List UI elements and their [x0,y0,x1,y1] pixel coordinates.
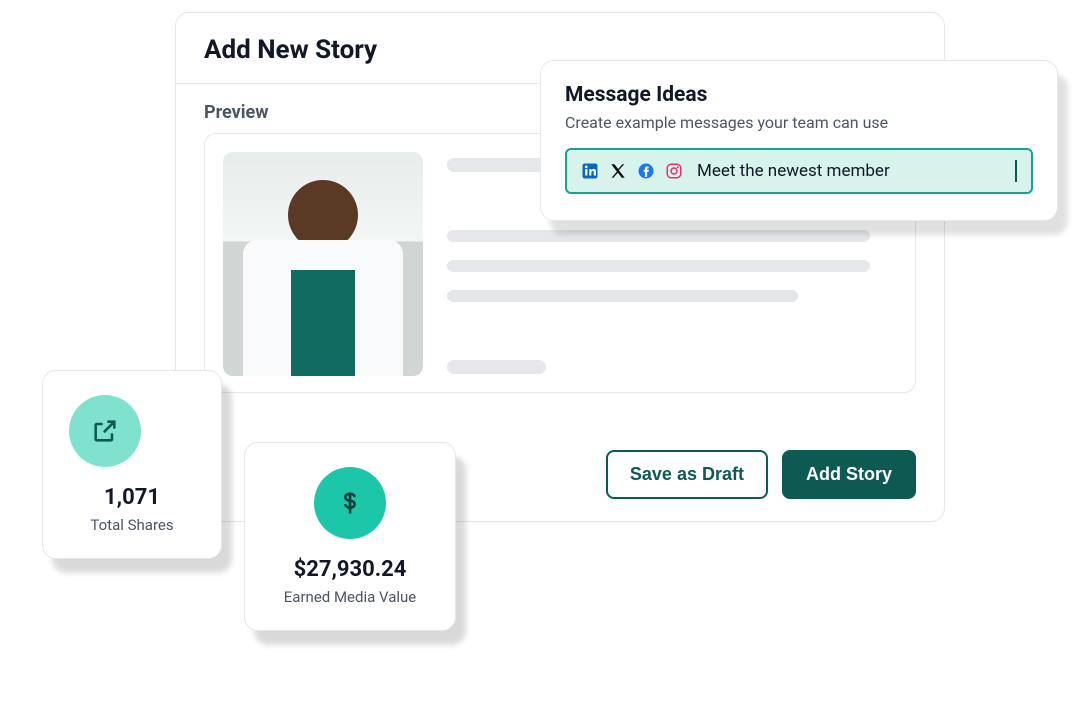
message-idea-text[interactable]: Meet the newest member [697,160,1017,182]
message-ideas-subtitle: Create example messages your team can us… [565,113,1033,132]
x-icon[interactable] [609,162,627,180]
total-shares-label: Total Shares [65,516,199,534]
total-shares-card: 1,071 Total Shares [42,370,222,559]
message-idea-input[interactable]: Meet the newest member [565,148,1033,194]
earned-media-value-card: $27,930.24 Earned Media Value [244,442,456,631]
placeholder-line [447,360,546,374]
add-story-button[interactable]: Add Story [782,450,916,499]
placeholder-line [447,230,870,242]
message-ideas-title: Message Ideas [565,83,1033,107]
facebook-icon[interactable] [637,162,655,180]
linkedin-icon[interactable] [581,162,599,180]
social-icon-group [581,162,687,180]
message-ideas-popover: Message Ideas Create example messages yo… [540,60,1058,221]
story-preview-image [223,152,423,376]
save-draft-button[interactable]: Save as Draft [606,450,768,499]
emv-label: Earned Media Value [267,588,433,606]
emv-value: $27,930.24 [267,557,433,582]
placeholder-line [447,290,798,302]
total-shares-value: 1,071 [65,485,199,510]
placeholder-line [447,260,870,272]
card-footer: Save as Draft Add Story [606,450,916,499]
share-external-icon [69,395,141,467]
dollar-icon [314,467,386,539]
instagram-icon[interactable] [665,162,683,180]
